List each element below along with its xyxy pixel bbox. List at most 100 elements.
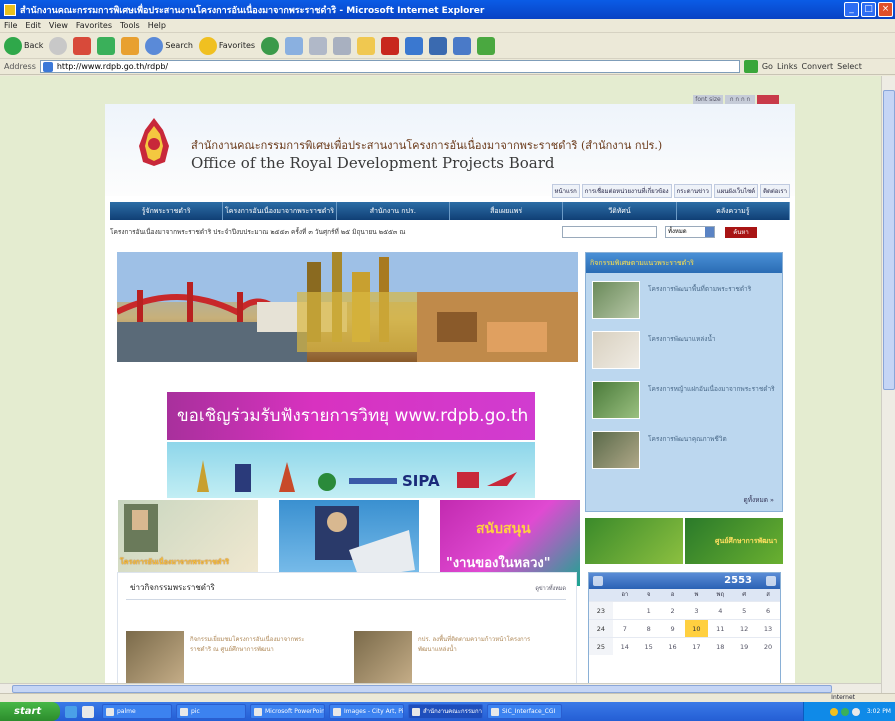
taskbar-item[interactable]: SIC_Interface_CGI: [487, 704, 562, 719]
feature-thumb-2[interactable]: [279, 500, 419, 582]
vertical-scroll-thumb[interactable]: [883, 90, 895, 390]
maximize-button[interactable]: □: [861, 2, 876, 17]
site-search-button[interactable]: ค้นหา: [725, 226, 757, 238]
favorites-button[interactable]: Favorites: [198, 36, 255, 55]
messenger-button[interactable]: [405, 36, 424, 55]
news-more-link[interactable]: ดูข่าวทั้งหมด: [535, 585, 566, 593]
calendar-day[interactable]: [613, 602, 637, 619]
links-label[interactable]: Links: [777, 62, 798, 71]
calendar-day[interactable]: 11: [708, 620, 732, 637]
folder-button[interactable]: [357, 36, 376, 55]
close-button[interactable]: ×: [878, 2, 893, 17]
site-search-input[interactable]: [562, 226, 657, 238]
menu-file[interactable]: File: [4, 21, 17, 30]
activity-item[interactable]: โครงการพัฒนาคุณภาพชีวิต: [592, 431, 778, 475]
calendar-prev-icon[interactable]: [593, 576, 603, 586]
edit-button[interactable]: [333, 36, 352, 55]
green-banner-1[interactable]: [585, 518, 683, 564]
toplink-contact[interactable]: ติดต่อเรา: [760, 184, 790, 198]
calendar-day[interactable]: 12: [732, 620, 756, 637]
address-input[interactable]: http://www.rdpb.go.th/rdpb/: [39, 60, 740, 73]
search-category-select[interactable]: ทั้งหมด: [665, 226, 715, 238]
taskbar-item-active[interactable]: สำนักงานคณะกรรมการ...: [408, 704, 483, 719]
toplink-board[interactable]: กระดานข่าว: [673, 184, 712, 198]
toplink-related[interactable]: การเชื่อมต่อหน่วยงานที่เกี่ยวข้อง: [581, 184, 672, 198]
volume-icon[interactable]: [851, 707, 860, 716]
calendar-next-icon[interactable]: [766, 576, 776, 586]
research-button[interactable]: [429, 36, 448, 55]
history-button[interactable]: [261, 36, 280, 55]
toplink-sitemap[interactable]: แผนผังเว็บไซต์: [713, 184, 759, 198]
nav-item-6[interactable]: คลังความรู้: [677, 202, 790, 220]
calendar-day[interactable]: 20: [756, 638, 780, 655]
calendar-day[interactable]: 17: [685, 638, 709, 655]
font-size-options[interactable]: ก ก ก ก: [725, 95, 755, 104]
extra-button[interactable]: [477, 36, 496, 55]
window-titlebar[interactable]: สำนักงานคณะกรรมการพิเศษเพื่อประสานงานโคร…: [0, 0, 895, 19]
quicklaunch-desktop-icon[interactable]: [82, 705, 94, 718]
nav-item-3[interactable]: สำนักงาน กปร.: [337, 202, 450, 220]
taskbar-item[interactable]: Images - City Art, Pi...: [329, 704, 404, 719]
radio-promo-banner[interactable]: ขอเชิญร่วมรับฟังรายการวิทยุ www.rdpb.go.…: [167, 392, 535, 440]
nav-item-5[interactable]: วีดิทัศน์: [563, 202, 677, 220]
calendar-day[interactable]: 18: [708, 638, 732, 655]
minimize-button[interactable]: _: [844, 2, 859, 17]
activity-item[interactable]: โครงการหญ้าแฝกอันเนื่องมาจากพระราชดำริ: [592, 381, 778, 425]
calendar-day[interactable]: 8: [637, 620, 661, 637]
hero-banner[interactable]: [117, 252, 578, 362]
calendar-day[interactable]: 15: [637, 638, 661, 655]
tray-icon[interactable]: [829, 707, 838, 716]
taskbar-item[interactable]: Microsoft PowerPoint: [250, 704, 325, 719]
menu-favorites[interactable]: Favorites: [76, 21, 112, 30]
calendar-day[interactable]: 5: [732, 602, 756, 619]
calendar-day[interactable]: 6: [756, 602, 780, 619]
home-button[interactable]: [121, 36, 140, 55]
feature-thumb-1[interactable]: โครงการอันเนื่องมาจากพระราชดำริ: [118, 500, 258, 572]
refresh-button[interactable]: [97, 36, 116, 55]
calendar-day[interactable]: 19: [732, 638, 756, 655]
convert-button[interactable]: Convert: [802, 62, 834, 71]
horizontal-scroll-thumb[interactable]: [12, 685, 832, 693]
menu-edit[interactable]: Edit: [25, 21, 41, 30]
news-item-text[interactable]: กปร. ลงพื้นที่ติดตามความก้าวหน้าโครงการพ…: [418, 635, 533, 654]
quicklaunch-ie-icon[interactable]: [65, 705, 77, 718]
green-banner-2[interactable]: ศูนย์ศึกษาการพัฒนา: [685, 518, 783, 564]
go-label[interactable]: Go: [762, 62, 773, 71]
select-button[interactable]: Select: [837, 62, 862, 71]
activity-item[interactable]: โครงการพัฒนาพื้นที่ตามพระราชดำริ: [592, 281, 778, 325]
calendar-day[interactable]: 2: [661, 602, 685, 619]
stop-button[interactable]: [73, 36, 92, 55]
partners-banner[interactable]: SIPA: [167, 442, 535, 498]
taskbar-item[interactable]: palme: [102, 704, 172, 719]
menu-view[interactable]: View: [49, 21, 68, 30]
tray-icon[interactable]: [840, 707, 849, 716]
start-button[interactable]: start: [0, 702, 60, 721]
tool-button[interactable]: [453, 36, 472, 55]
news-item-text[interactable]: กิจกรรมเยี่ยมชมโครงการอันเนื่องมาจากพระร…: [190, 635, 305, 654]
calendar-day[interactable]: 16: [661, 638, 685, 655]
news-thumbnail[interactable]: [126, 631, 184, 689]
calendar-day[interactable]: 4: [708, 602, 732, 619]
news-thumbnail[interactable]: [354, 631, 412, 689]
nav-item-1[interactable]: รู้จักพระราชดำริ: [110, 202, 224, 220]
nav-item-2[interactable]: โครงการอันเนื่องมาจากพระราชดำริ: [223, 202, 337, 220]
vertical-scrollbar[interactable]: [881, 76, 895, 693]
calendar-day[interactable]: 3: [685, 602, 709, 619]
menu-tools[interactable]: Tools: [120, 21, 140, 30]
nav-item-4[interactable]: สื่อเผยแพร่: [450, 202, 564, 220]
calendar-day[interactable]: 14: [613, 638, 637, 655]
go-button[interactable]: [743, 60, 758, 73]
taskbar-item[interactable]: pic: [176, 704, 246, 719]
calendar-day[interactable]: 7: [613, 620, 637, 637]
app-button-red[interactable]: [381, 36, 400, 55]
activity-more-link[interactable]: ดูทั้งหมด »: [743, 495, 774, 505]
news-ticker[interactable]: โครงการอันเนื่องมาจากพระราชดำริ ประจำปีง…: [110, 227, 540, 237]
activity-item[interactable]: โครงการพัฒนาแหล่งน้ำ: [592, 331, 778, 375]
calendar-day[interactable]: 13: [756, 620, 780, 637]
calendar-day[interactable]: 9: [661, 620, 685, 637]
font-size-reset[interactable]: [757, 95, 779, 104]
back-button[interactable]: Back: [4, 36, 43, 55]
search-button[interactable]: Search: [145, 36, 193, 55]
forward-button[interactable]: [49, 36, 68, 55]
calendar-day-today[interactable]: 10: [684, 620, 709, 637]
